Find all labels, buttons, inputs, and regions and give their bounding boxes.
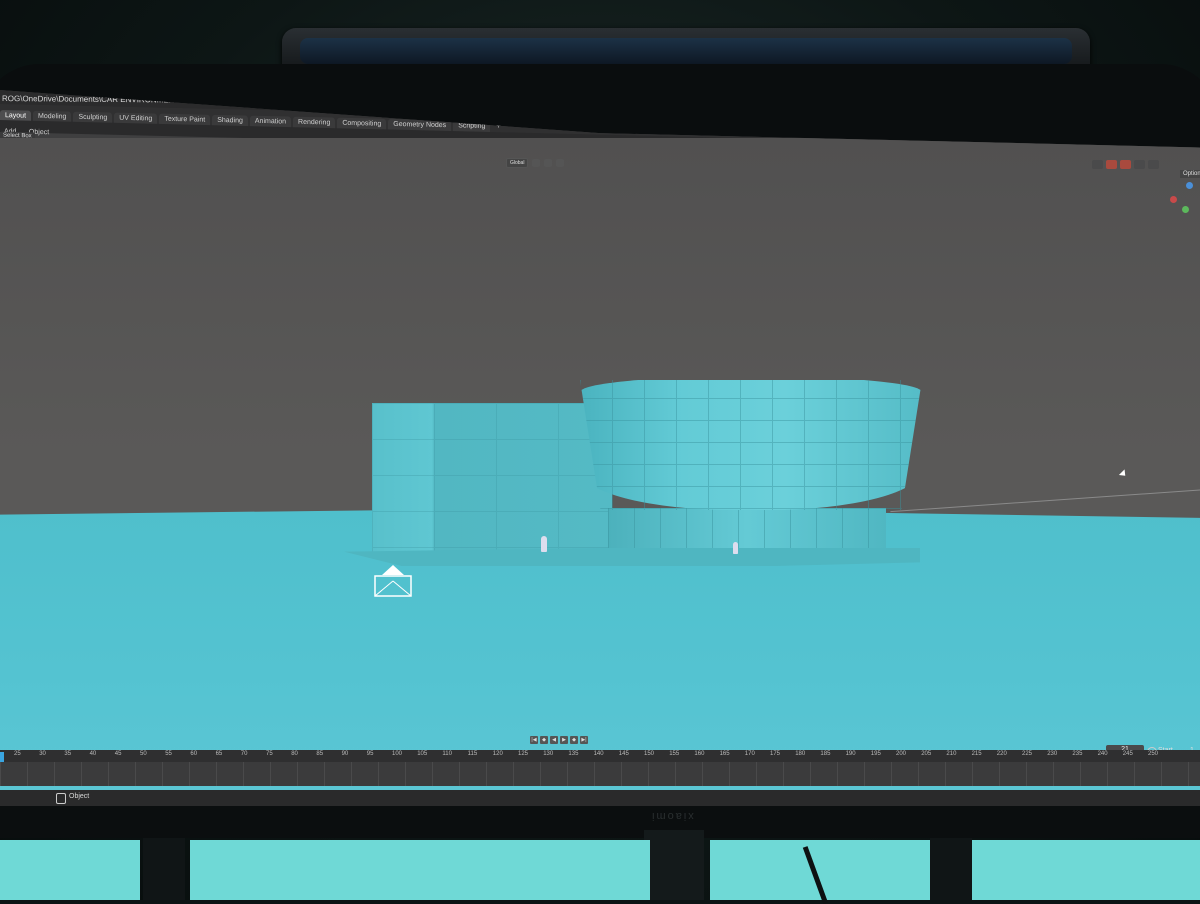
ruler-tick-label: 145 [618, 751, 629, 757]
ruler-tick-label: 35 [64, 751, 72, 757]
monitor-brand-logo: xiaomi [650, 810, 694, 822]
ruler-tick-label: 45 [114, 751, 122, 757]
ruler-tick-label: 150 [644, 751, 655, 757]
status-bar [0, 790, 1200, 806]
ruler-tick-label: 110 [442, 751, 452, 757]
playback-controls: |◀ ◆ ◀ ▶ ◆ ▶| [530, 736, 588, 744]
timeline-ruler[interactable]: 25 30 35 40 45 50 55 60 65 70 75 80 85 90 95 100 105 110 1… [0, 750, 1200, 762]
light-bar-glow [300, 38, 1072, 64]
building-left-block[interactable] [372, 403, 612, 558]
ruler-tick-label: 210 [946, 751, 957, 757]
jump-end-icon[interactable]: ▶| [580, 736, 588, 744]
viewport-header-tools: Global [506, 158, 565, 168]
ruler-tick-label: 115 [467, 751, 478, 757]
xray-icon[interactable] [1120, 160, 1131, 169]
proportional-edit-icon[interactable] [556, 159, 565, 167]
ruler-tick-label: 25 [14, 751, 21, 757]
backlight-glow [0, 840, 140, 900]
ruler-tick-label: 120 [492, 751, 503, 757]
ruler-tick-label: 230 [1047, 751, 1058, 757]
mouse-icon [56, 793, 66, 804]
pivot-icon[interactable] [532, 159, 541, 167]
ruler-tick-label: 205 [921, 751, 932, 757]
ruler-tick-label: 50 [140, 751, 147, 757]
ruler-tick-label: 240 [1097, 751, 1108, 757]
snap-icon[interactable] [544, 159, 553, 167]
ruler-tick-label: 100 [392, 751, 403, 757]
ruler-tick-label: 95 [366, 751, 374, 757]
blender-window: ROG\OneDrive\Documents\CAR ENVIRONMENT 1… [0, 90, 1200, 808]
visibility-icon[interactable] [1092, 160, 1103, 169]
backlight-glow [190, 840, 650, 900]
gizmo-y-icon[interactable] [1182, 206, 1189, 213]
ruler-tick-label: 75 [266, 751, 273, 757]
ruler-tick-label: 220 [996, 751, 1007, 757]
backlight-glow [970, 840, 1200, 900]
options-dropdown[interactable]: Options [1180, 170, 1200, 178]
ruler-tick-label: 170 [744, 751, 755, 757]
ruler-tick-label: 225 [1022, 751, 1033, 757]
person-figure[interactable] [733, 542, 738, 554]
ruler-tick-label: 180 [795, 751, 806, 757]
ruler-tick-label: 155 [669, 751, 680, 757]
jump-start-icon[interactable]: |◀ [530, 736, 538, 744]
shading-solid-icon[interactable] [1134, 160, 1145, 169]
ruler-tick-label: 195 [870, 751, 881, 757]
ruler-tick-label: 60 [190, 751, 198, 757]
ruler-tick-label: 175 [770, 751, 781, 757]
overlay-icon[interactable] [1106, 160, 1117, 169]
timeline-playhead[interactable] [0, 752, 4, 762]
ruler-tick-label: 70 [240, 751, 248, 757]
ruler-tick-label: 55 [165, 751, 172, 757]
ruler-tick-label: 85 [316, 751, 324, 757]
play-reverse-icon[interactable]: ◀ [550, 736, 558, 744]
shading-material-icon[interactable] [1148, 160, 1159, 169]
building-drum[interactable] [580, 380, 922, 510]
monitor-stand [644, 830, 704, 900]
gizmo-x-icon[interactable] [1170, 196, 1177, 203]
ruler-tick-label: 245 [1122, 751, 1133, 757]
timeline-track[interactable] [0, 762, 1200, 786]
prev-keyframe-icon[interactable]: ◆ [540, 736, 548, 744]
navigation-gizmo[interactable] [1168, 180, 1200, 220]
gizmo-z-icon[interactable] [1186, 182, 1193, 189]
ruler-tick-label: 125 [518, 751, 529, 757]
building-plinth[interactable] [344, 548, 920, 566]
ruler-tick-label: 135 [568, 751, 579, 757]
camera-object-icon[interactable] [374, 565, 412, 597]
ruler-tick-label: 160 [694, 751, 705, 757]
monitor-leg [930, 838, 972, 900]
ruler-tick-label: 140 [593, 751, 604, 757]
monitor-leg [143, 838, 185, 900]
ruler-tick-label: 105 [417, 751, 428, 757]
status-mode: Object [69, 793, 90, 800]
ruler-tick-label: 90 [341, 751, 349, 757]
ruler-tick-label: 200 [896, 751, 907, 757]
ruler-tick-label: 30 [39, 751, 46, 757]
transform-orientation-dropdown[interactable]: Global [506, 158, 529, 168]
person-figure[interactable] [541, 536, 547, 552]
ruler-tick-label: 40 [89, 751, 97, 757]
viewport-shading-tools [1092, 160, 1159, 169]
next-keyframe-icon[interactable]: ◆ [570, 736, 578, 744]
ruler-tick-label: 215 [971, 751, 982, 757]
ruler-tick-label: 185 [820, 751, 831, 757]
ruler-tick-label: 80 [291, 751, 298, 757]
ruler-tick-label: 235 [1072, 751, 1083, 757]
ruler-tick-label: 65 [215, 751, 223, 757]
ruler-tick-label: 130 [543, 751, 554, 757]
monitor-chin [0, 806, 1200, 838]
play-icon[interactable]: ▶ [560, 736, 568, 744]
ruler-tick-label: 250 [1148, 751, 1159, 757]
ruler-tick-label: 190 [845, 751, 856, 757]
ruler-tick-label: 165 [719, 751, 730, 757]
